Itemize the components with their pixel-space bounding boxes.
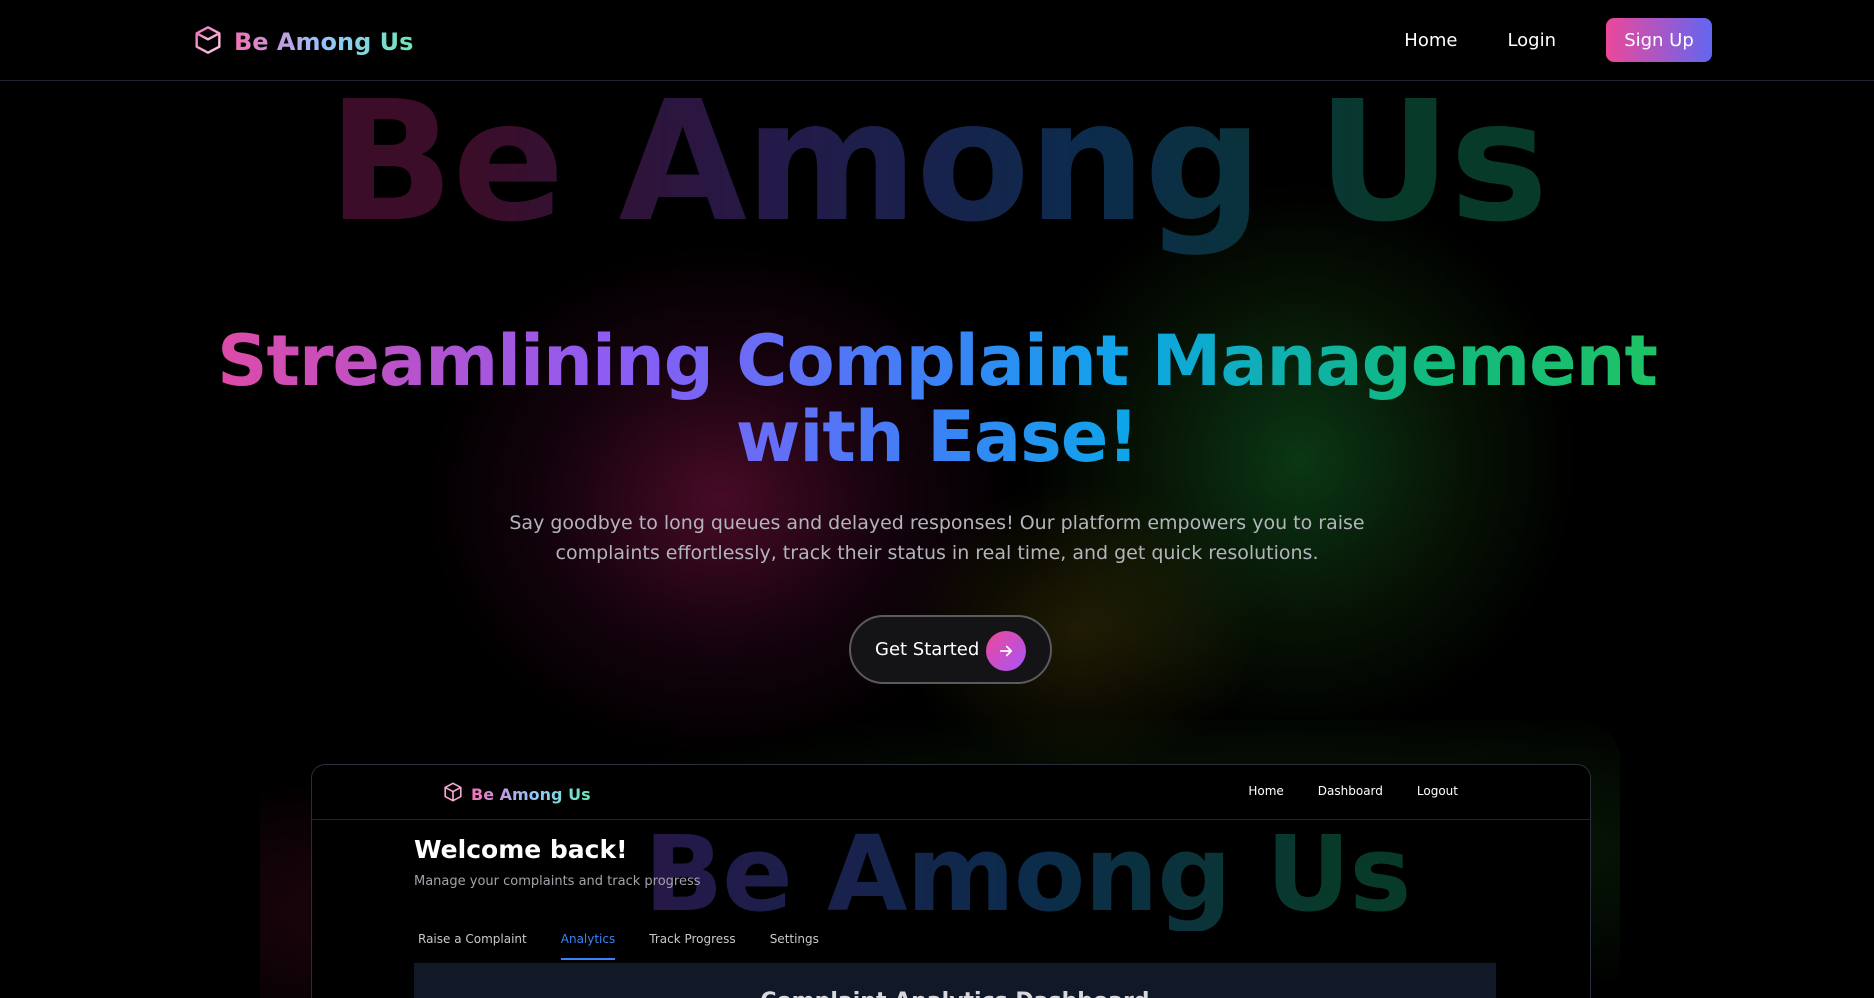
preview-tabs: Raise a Complaint Analytics Track Progre… (418, 932, 853, 960)
preview-nav-home[interactable]: Home (1248, 784, 1283, 798)
hero-subtitle: Say goodbye to long queues and delayed r… (509, 512, 1365, 564)
hero-watermark: Be Among Us (0, 71, 1874, 255)
tab-raise-complaint[interactable]: Raise a Complaint (418, 932, 527, 960)
preview-nav-links: Home Dashboard Logout (1248, 784, 1458, 798)
nav-link-home[interactable]: Home (1404, 30, 1457, 51)
cube-icon (192, 24, 224, 60)
preview-brand-logo[interactable]: Be Among Us (442, 781, 591, 807)
analytics-panel-title: Complaint Analytics Dashboard (414, 989, 1496, 998)
tab-analytics[interactable]: Analytics (560, 932, 616, 960)
welcome-heading: Welcome back! (414, 835, 628, 864)
top-navbar: Be Among Us Home Login Sign Up (0, 0, 1874, 81)
hero-title: Streamlining Complaint Management with E… (150, 323, 1724, 475)
get-started-label: Get Started (875, 639, 980, 660)
cube-icon (442, 781, 464, 807)
dashboard-preview: Be Among Us Home Dashboard Logout Be Amo… (311, 764, 1591, 998)
nav-link-login[interactable]: Login (1507, 30, 1556, 51)
welcome-subtitle: Manage your complaints and track progres… (414, 874, 701, 889)
preview-navbar: Be Among Us Home Dashboard Logout (312, 765, 1590, 820)
tab-settings[interactable]: Settings (770, 932, 819, 960)
analytics-panel: Complaint Analytics Dashboard (414, 963, 1496, 998)
brand-logo[interactable]: Be Among Us (192, 24, 413, 60)
preview-nav-logout[interactable]: Logout (1417, 784, 1458, 798)
tab-track-progress[interactable]: Track Progress (649, 932, 735, 960)
arrow-right-icon (986, 631, 1026, 671)
get-started-button[interactable]: Get Started (849, 615, 1052, 684)
preview-nav-dashboard[interactable]: Dashboard (1318, 784, 1383, 798)
brand-name: Be Among Us (234, 28, 414, 56)
nav-links: Home Login Sign Up (1404, 18, 1712, 62)
signup-button[interactable]: Sign Up (1606, 18, 1712, 62)
preview-brand-name: Be Among Us (471, 784, 591, 804)
